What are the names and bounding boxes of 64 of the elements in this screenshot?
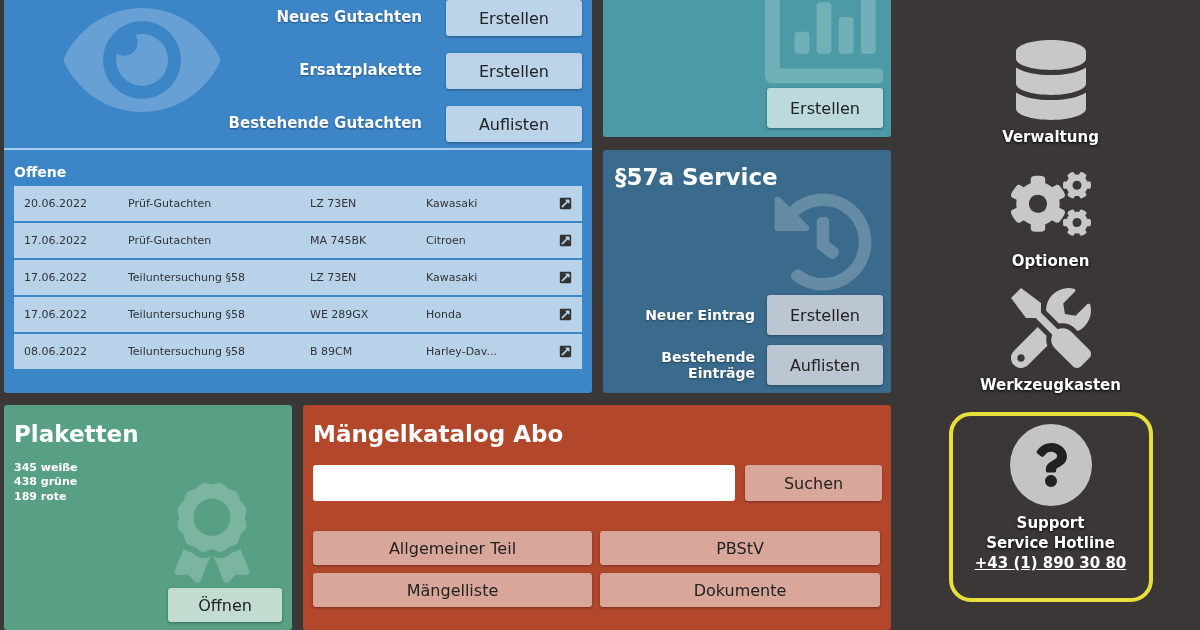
- hotline-label: Service Hotline: [986, 534, 1115, 552]
- action-button[interactable]: Erstellen: [446, 53, 582, 89]
- external-link-icon[interactable]: [559, 308, 572, 321]
- external-link-icon[interactable]: [559, 197, 572, 210]
- external-link-icon[interactable]: [559, 271, 572, 284]
- action-label: Bestehende Einträge: [660, 348, 755, 382]
- plate-cell-text: LZ 73EN: [310, 197, 358, 210]
- date-cell-text: 08.06.2022: [24, 345, 88, 358]
- make-cell-text: Harley-Dav...: [426, 345, 498, 358]
- table-row[interactable]: 17.06.2022 Teiluntersuchung §58 WE 289GX Honda: [14, 297, 582, 332]
- type-cell-text: Prüf-Gutachten: [128, 234, 213, 247]
- card-title: Mängelkatalog Abo: [313, 421, 565, 447]
- card-title: Plaketten: [14, 421, 140, 447]
- plate-cell-text: LZ 73EN: [310, 271, 358, 284]
- table-row[interactable]: 08.06.2022 Teiluntersuchung §58 B 89CM Harley-Dav...: [14, 334, 582, 369]
- external-link-icon[interactable]: [559, 345, 572, 358]
- clock-icon: [773, 192, 873, 292]
- plate-cell-text: B 89CM: [310, 345, 354, 358]
- card-title: §57a Service: [615, 164, 779, 190]
- create-button[interactable]: Erstellen: [767, 88, 883, 128]
- plate-cell-text: WE 289GX: [310, 308, 370, 321]
- search-button[interactable]: Suchen: [745, 465, 882, 501]
- catalog-button[interactable]: PBStV: [600, 531, 880, 565]
- support-panel[interactable]: Support Service Hotline +43 (1) 890 30 80: [948, 412, 1153, 602]
- type-cell-text: Teiluntersuchung §58: [128, 345, 246, 358]
- catalog-button[interactable]: Dokumente: [600, 573, 880, 607]
- make-cell-text: Kawasaki: [426, 197, 479, 210]
- date-cell-text: 17.06.2022: [24, 271, 88, 284]
- sidebar-label[interactable]: Optionen: [1011, 252, 1090, 270]
- action-button[interactable]: Auflisten: [767, 345, 883, 385]
- plate-cell-text: MA 745BK: [310, 234, 368, 247]
- make-cell-text: Honda: [426, 308, 463, 321]
- open-button[interactable]: Öffnen: [168, 588, 282, 622]
- action-button[interactable]: Erstellen: [446, 0, 582, 36]
- date-cell-text: 17.06.2022: [24, 308, 88, 321]
- count-text: 189 rote: [14, 489, 68, 504]
- search-field[interactable]: [313, 465, 735, 501]
- tools-icon[interactable]: [1010, 288, 1091, 368]
- sidebar-label[interactable]: Verwaltung: [1002, 128, 1099, 146]
- date-cell-text: 17.06.2022: [24, 234, 88, 247]
- catalog-button[interactable]: Mängelliste: [313, 573, 592, 607]
- count-text: 438 grüne: [14, 475, 79, 490]
- table-row[interactable]: 20.06.2022 Prüf-Gutachten LZ 73EN Kawasaki: [14, 186, 582, 221]
- make-cell-text: Kawasaki: [426, 271, 479, 284]
- action-label: Ersatzplakette: [299, 62, 422, 80]
- external-link-icon[interactable]: [559, 234, 572, 247]
- action-button[interactable]: Erstellen: [767, 295, 883, 335]
- make-cell-text: Citroen: [426, 234, 467, 247]
- table-row[interactable]: 17.06.2022 Teiluntersuchung §58 LZ 73EN Kawasaki: [14, 260, 582, 295]
- support-label: Support: [1016, 514, 1085, 532]
- count-text: 345 weiße: [14, 461, 79, 476]
- catalog-button[interactable]: Allgemeiner Teil: [313, 531, 592, 565]
- sidebar-label[interactable]: Werkzeugkasten: [980, 376, 1121, 394]
- phone-link[interactable]: +43 (1) 890 30 80: [974, 554, 1127, 574]
- type-cell-text: Teiluntersuchung §58: [128, 271, 246, 284]
- date-cell-text: 20.06.2022: [24, 197, 88, 210]
- action-label: Neuer Eintrag: [645, 306, 755, 324]
- type-cell-text: Teiluntersuchung §58: [128, 308, 246, 321]
- action-button[interactable]: Auflisten: [446, 106, 582, 142]
- section-title: Offene: [13, 163, 68, 182]
- table-row[interactable]: 17.06.2022 Prüf-Gutachten MA 745BK Citroen: [14, 223, 582, 258]
- action-label: Neues Gutachten: [276, 9, 422, 27]
- type-cell-text: Prüf-Gutachten: [128, 197, 213, 210]
- action-label: Bestehende Gutachten: [228, 115, 422, 133]
